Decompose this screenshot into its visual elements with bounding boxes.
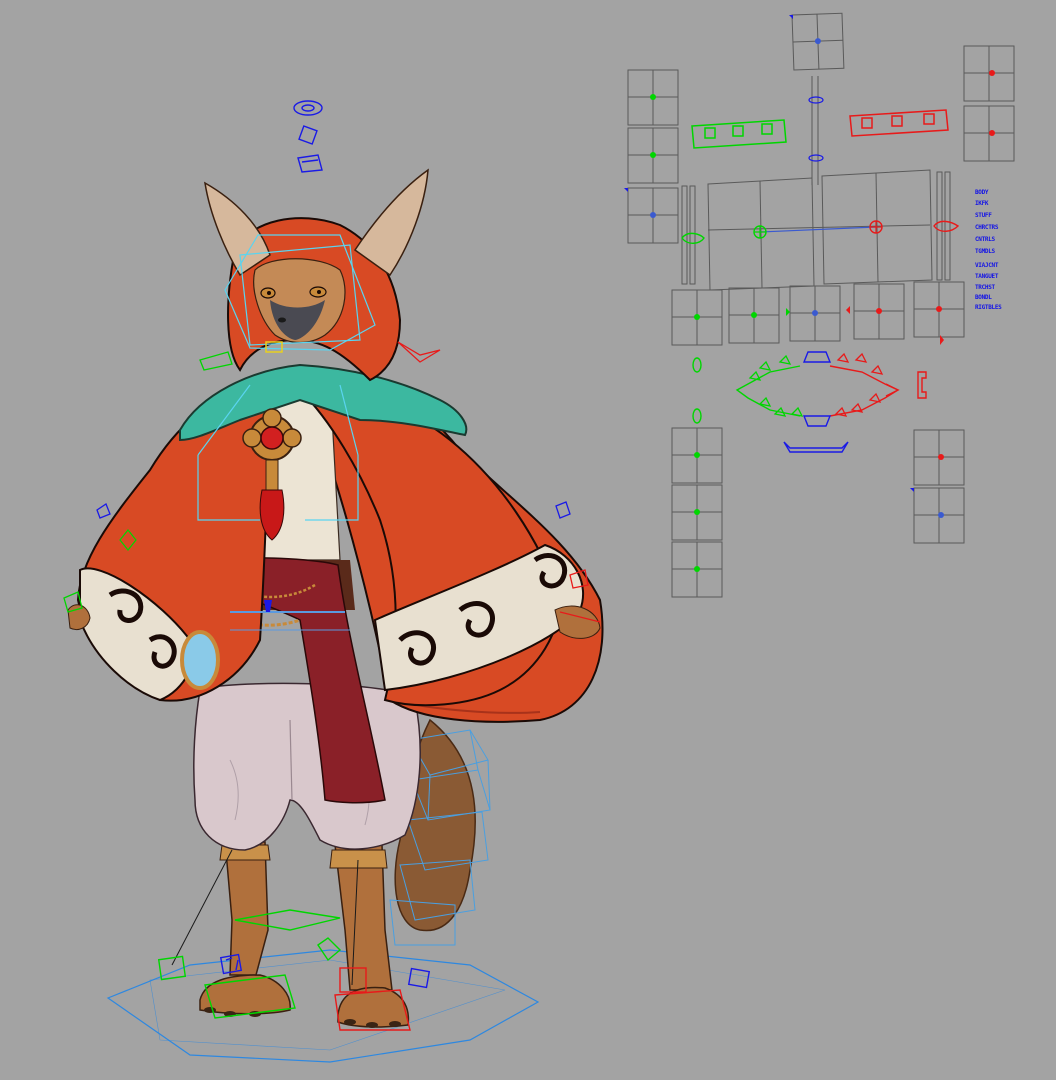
picker-left-finger-2[interactable] (627, 127, 679, 184)
picker-right-finger-1[interactable] (963, 45, 1015, 102)
picker-right-finger-2[interactable] (963, 105, 1015, 162)
picker-neck-2[interactable] (808, 154, 824, 162)
picker-hip-ring[interactable] (735, 351, 900, 427)
selection-set-item[interactable]: CHRCTRS (975, 225, 998, 231)
picker-hip-row[interactable] (671, 281, 965, 346)
selection-set-item[interactable]: BONDL (975, 295, 992, 301)
selection-set-item[interactable]: TRCHST (975, 285, 995, 291)
selection-set-item[interactable]: VIAJCNT (975, 263, 998, 269)
picker-right-shoulder[interactable] (849, 109, 949, 137)
selection-set-item[interactable]: RIGTBLES (975, 305, 1002, 311)
picker-right-elbow[interactable] (933, 220, 960, 232)
selection-set-item[interactable]: STUFF (975, 213, 992, 219)
picker-left-shoulder[interactable] (691, 119, 787, 149)
picker-right-leg[interactable] (913, 429, 965, 544)
picker-left-leg[interactable] (671, 427, 723, 598)
selection-set-item[interactable]: BODY (975, 190, 989, 196)
rig-picker-panel (624, 12, 1015, 598)
selection-set-item[interactable]: IKFK (975, 201, 989, 207)
picker-left-finger-3[interactable] (627, 187, 679, 244)
picker-left-elbow[interactable] (681, 232, 705, 244)
maya-viewport[interactable]: BODY IKFK STUFF CHRCTRS CNTRLS TGMDLS VI… (0, 0, 1056, 1080)
selection-set-item[interactable]: TGMDLS (975, 249, 995, 255)
picker-neck-1[interactable] (808, 96, 824, 104)
picker-root-bar[interactable] (783, 441, 849, 453)
picker-left-finger-1[interactable] (627, 69, 679, 126)
selection-set-item[interactable]: CNTRLS (975, 237, 995, 243)
picker-head[interactable] (791, 12, 845, 71)
selection-set-item[interactable]: TANGUET (975, 274, 998, 280)
